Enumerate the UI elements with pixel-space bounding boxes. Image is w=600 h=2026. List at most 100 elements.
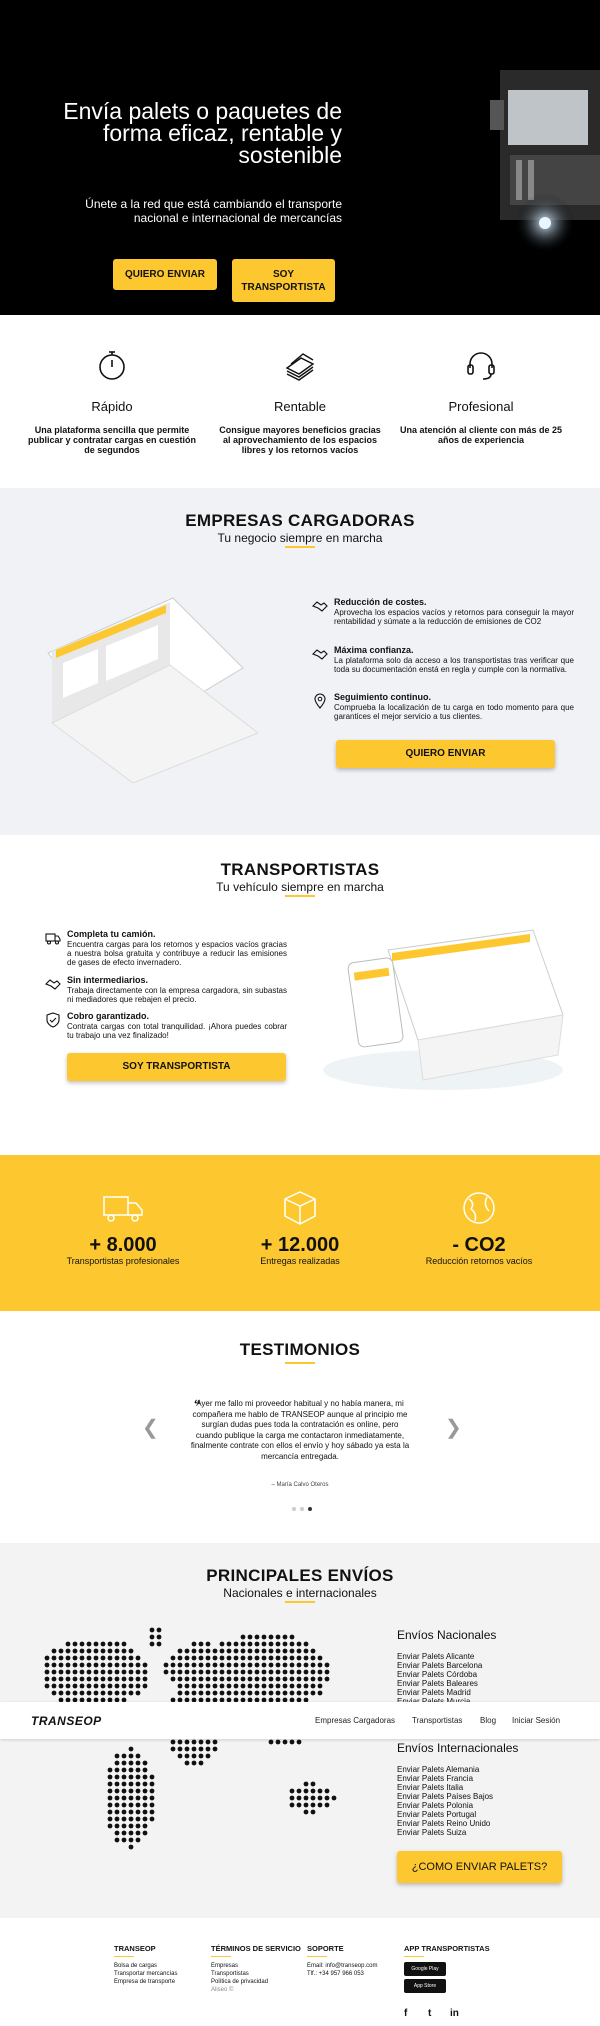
prev-arrow-icon[interactable]: ❮	[142, 1415, 159, 1440]
section-title: TRANSPORTISTAS	[220, 860, 380, 879]
carousel-dot[interactable]	[308, 1507, 312, 1511]
truck-image	[490, 70, 600, 253]
footer-col-terms: TÉRMINOS DE SERVICIO Empresas Transporti…	[211, 1944, 301, 1994]
footer-phone[interactable]: Tlf.: +34 957 966 053	[307, 1970, 397, 1978]
footer: TRANSEOP Bolsa de cargas Transportar mer…	[0, 1918, 600, 2026]
nav-link-shippers[interactable]: Empresas Cargadoras	[315, 1716, 395, 1725]
google-play-badge[interactable]: Google Play	[404, 1962, 446, 1976]
stat-deliveries: + 12.000 Entregas realizadas	[215, 1189, 385, 1266]
logo[interactable]: TRANSEOP	[31, 1714, 102, 1728]
devices-image	[323, 929, 564, 1090]
carrier-button[interactable]: SOY TRANSPORTISTA	[67, 1053, 286, 1081]
footer-title: TRANSEOP	[114, 1944, 156, 1953]
headset-icon	[467, 352, 495, 380]
national-link[interactable]: Enviar Palets Madrid	[397, 1688, 567, 1697]
stat-co2: - CO2 Reducción retornos vacíos	[394, 1189, 564, 1266]
item-title: Reducción de costes.	[334, 597, 427, 607]
international-link[interactable]: Enviar Palets Países Bajos	[397, 1792, 567, 1801]
testimonial-quote: Ayer me fallo mi proveedor habitual y no…	[190, 1399, 410, 1461]
twitter-icon[interactable]: t	[428, 2008, 431, 2019]
send-button[interactable]: QUIERO ENVIAR	[113, 259, 217, 290]
national-link[interactable]: Enviar Palets Alicante	[397, 1652, 567, 1661]
next-arrow-icon[interactable]: ❯	[445, 1415, 462, 1440]
nav-link-blog[interactable]: Blog	[480, 1716, 496, 1725]
feature-title: Profesional	[448, 399, 514, 414]
footer-credit[interactable]: Aliseo ©	[211, 1986, 301, 1994]
title-underline	[285, 1601, 315, 1603]
carrier-button[interactable]: SOY TRANSPORTISTA	[232, 259, 335, 302]
carousel-dots	[290, 1498, 314, 1516]
item-text: Comprueba la localización de tu carga en…	[334, 703, 574, 721]
international-link[interactable]: Enviar Palets Alemania	[397, 1765, 567, 1774]
footer-title: APP TRANSPORTISTAS	[404, 1944, 490, 1953]
testimonials-section: TESTIMONIOS ❮ ❯ “ Ayer me fallo mi prove…	[0, 1311, 600, 1543]
stat-carriers: + 8.000 Transportistas profesionales	[38, 1189, 208, 1266]
carousel-dot[interactable]	[300, 1507, 304, 1511]
international-link[interactable]: Enviar Palets Polonia	[397, 1801, 567, 1810]
item-text: Contrata cargas con total tranquilidad. …	[67, 1022, 287, 1040]
footer-link[interactable]: Transportistas	[211, 1970, 301, 1978]
section-subtitle: Nacionales e internacionales	[223, 1586, 377, 1600]
footer-underline	[211, 1956, 231, 1957]
section-title: PRINCIPALES ENVÍOS	[206, 1566, 394, 1585]
feature-item: Seguimiento continuo. Comprueba la local…	[314, 692, 574, 721]
money-icon	[285, 353, 315, 381]
footer-link[interactable]: Bolsa de cargas	[114, 1962, 204, 1970]
title-underline	[285, 546, 315, 548]
national-link[interactable]: Enviar Palets Córdoba	[397, 1670, 567, 1679]
international-link[interactable]: Enviar Palets Reino Unido	[397, 1819, 567, 1828]
how-to-ship-button[interactable]: ¿COMO ENVIAR PALETS?	[397, 1851, 562, 1883]
item-title: Seguimiento continuo.	[334, 692, 431, 702]
footer-link[interactable]: Empresa de transporte	[114, 1978, 204, 1986]
linkedin-icon[interactable]: in	[450, 2008, 459, 2019]
footer-link[interactable]: Política de privacidad	[211, 1978, 301, 1986]
international-link[interactable]: Enviar Palets Suiza	[397, 1828, 567, 1837]
title-underline	[285, 1362, 315, 1364]
international-list: Envíos Internacionales Enviar Palets Ale…	[397, 1741, 567, 1837]
feature-item: Reducción de costes. Aprovecha los espac…	[312, 597, 574, 626]
hero-title: Envía palets o paquetes de forma eficaz,…	[63, 98, 342, 168]
footer-col-company: TRANSEOP Bolsa de cargas Transportar mer…	[114, 1944, 204, 1986]
footer-email[interactable]: Email: info@transeop.com	[307, 1962, 397, 1970]
globe-icon	[463, 1192, 495, 1224]
box-icon	[284, 1191, 316, 1225]
truck-icon	[103, 1196, 143, 1222]
international-link[interactable]: Enviar Palets Francia	[397, 1774, 567, 1783]
nav-link-carriers[interactable]: Transportistas	[412, 1716, 462, 1725]
national-link[interactable]: Enviar Palets Barcelona	[397, 1661, 567, 1670]
nav-link-login[interactable]: Iniciar Sesión	[512, 1716, 560, 1725]
item-text: La plataforma solo da acceso a los trans…	[334, 656, 574, 674]
list-title: Envíos Internacionales	[397, 1741, 519, 1755]
handshake-icon	[45, 979, 61, 990]
section-title: TESTIMONIOS	[239, 1340, 361, 1359]
stat-label: Entregas realizadas	[260, 1256, 340, 1266]
feature-title: Rentable	[273, 399, 327, 414]
hero-subtitle: Únete a la red que está cambiando el tra…	[85, 197, 342, 225]
footer-underline	[114, 1956, 134, 1957]
footer-underline	[404, 1956, 424, 1957]
footer-title: SOPORTE	[307, 1944, 344, 1953]
footer-link[interactable]: Empresas	[211, 1962, 301, 1970]
facebook-icon[interactable]: f	[404, 2008, 407, 2019]
feature-profitable: Rentable Consigue mayores beneficios gra…	[215, 348, 385, 455]
international-link[interactable]: Enviar Palets Portugal	[397, 1810, 567, 1819]
stat-number: + 8.000	[89, 1234, 157, 1256]
features-section: Rápido Una plataforma sencilla que permi…	[0, 315, 600, 488]
national-list: Envíos Nacionales Enviar Palets Alicante…	[397, 1628, 567, 1706]
footer-link[interactable]: Transportar mercancías	[114, 1970, 204, 1978]
carousel-dot[interactable]	[292, 1507, 296, 1511]
footer-col-support: SOPORTE Email: info@transeop.com Tlf.: +…	[307, 1944, 397, 1978]
handshake-icon	[312, 601, 328, 612]
send-button[interactable]: QUIERO ENVIAR	[336, 740, 555, 768]
laptop-image	[47, 597, 259, 783]
app-store-badge[interactable]: App Store	[404, 1979, 446, 1993]
national-link[interactable]: Enviar Palets Baleares	[397, 1679, 567, 1688]
feature-item: Máxima confianza. La plataforma solo da …	[312, 646, 574, 674]
section-title: EMPRESAS CARGADORAS	[185, 511, 415, 530]
carriers-section: TRANSPORTISTAS Tu vehículo siempre en ma…	[0, 835, 600, 1155]
feature-text: Una plataforma sencilla que permite publ…	[27, 425, 197, 455]
location-pin-icon	[314, 693, 326, 709]
international-link[interactable]: Enviar Palets Italia	[397, 1783, 567, 1792]
list-title: Envíos Nacionales	[397, 1628, 497, 1642]
footer-col-app: APP TRANSPORTISTAS Google Play App Store	[404, 1944, 494, 1996]
